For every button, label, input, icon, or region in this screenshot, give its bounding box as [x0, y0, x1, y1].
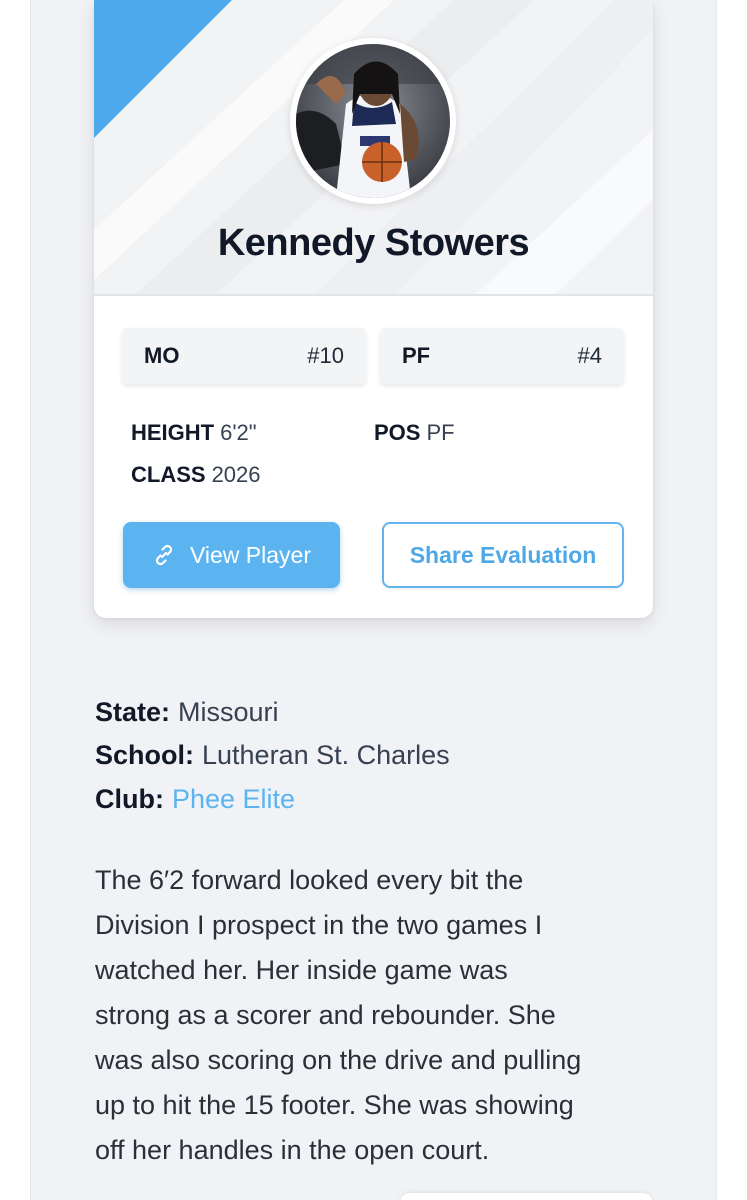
link-icon	[155, 544, 173, 566]
player-name: Kennedy Stowers	[217, 222, 530, 264]
evaluation-line: The 6′2 forward looked every bit the	[95, 865, 524, 895]
jersey-number: #10	[307, 343, 344, 368]
evaluation-line: Division I prospect in the two games I	[95, 910, 543, 940]
pos-stat: POS PF	[374, 420, 455, 446]
view-player-button[interactable]: View Player	[123, 522, 340, 588]
left-gutter	[0, 0, 30, 1200]
class-label: CLASS	[131, 462, 206, 487]
right-gutter	[717, 0, 747, 1200]
class-stat: CLASS 2026	[131, 462, 261, 488]
pos-label: POS	[374, 420, 421, 445]
position-rank-tag: PF #4	[380, 328, 624, 384]
club-label: Club:	[95, 784, 164, 814]
position-rank: #4	[577, 343, 602, 368]
view-player-label: View Player	[189, 541, 312, 568]
school-label: School:	[95, 740, 194, 770]
class-value: 2026	[211, 462, 261, 487]
state-value: Missouri	[178, 697, 279, 727]
next-card-edge	[400, 1193, 653, 1200]
evaluation-text: The 6′2 forward looked every bit the Div…	[95, 858, 655, 1173]
state-abbr: MO	[144, 343, 180, 368]
position-abbr: PF	[402, 343, 431, 368]
height-value: 6'2"	[220, 420, 257, 445]
club-detail: Club: Phee Elite	[95, 784, 295, 815]
player-card-header: Kennedy Stowers	[94, 0, 653, 296]
player-avatar	[290, 38, 456, 204]
height-label: HEIGHT	[131, 420, 215, 445]
share-evaluation-label: Share Evaluation	[409, 541, 597, 568]
pos-value: PF	[426, 420, 455, 445]
height-stat: HEIGHT 6'2"	[131, 420, 257, 446]
state-detail: State: Missouri	[95, 697, 279, 728]
school-value: Lutheran St. Charles	[202, 740, 450, 770]
club-link[interactable]: Phee Elite	[172, 784, 295, 814]
state-jersey-tag: MO #10	[122, 328, 366, 384]
player-photo	[296, 44, 450, 198]
evaluation-line: watched her. Her inside game was	[95, 955, 508, 985]
evaluation-line: was also scoring on the drive and pullin…	[95, 1045, 582, 1075]
evaluation-line: off her handles in the open court.	[95, 1135, 490, 1165]
share-evaluation-button[interactable]: Share Evaluation	[382, 522, 624, 588]
evaluation-line: up to hit the 15 footer. She was showing	[95, 1090, 574, 1120]
school-detail: School: Lutheran St. Charles	[95, 740, 450, 771]
evaluation-line: strong as a scorer and rebounder. She	[95, 1000, 556, 1030]
state-label: State:	[95, 697, 171, 727]
player-card: Kennedy Stowers MO #10 PF #4 HEIGHT 6'2" …	[94, 0, 653, 618]
